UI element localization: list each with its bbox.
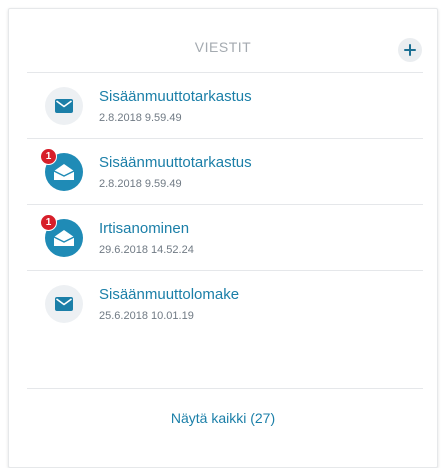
message-title: Sisäänmuuttotarkastus <box>99 88 252 105</box>
message-date: 25.6.2018 10.01.19 <box>99 310 194 322</box>
message-date: 2.8.2018 9.59.49 <box>99 178 182 190</box>
message-avatar <box>45 285 83 323</box>
show-all-link[interactable]: Näytä kaikki (27) <box>9 410 437 426</box>
message-item[interactable]: 1 Irtisanominen 29.6.2018 14.52.24 <box>27 206 423 270</box>
message-title: Sisäänmuuttolomake <box>99 286 240 303</box>
message-avatar <box>45 87 83 125</box>
divider <box>27 270 423 271</box>
envelope-open-icon <box>53 164 75 180</box>
message-date: 2.8.2018 9.59.49 <box>99 112 182 124</box>
envelope-open-icon <box>53 230 75 246</box>
message-item[interactable]: Sisäänmuuttolomake 25.6.2018 10.01.19 <box>27 272 423 336</box>
unread-badge: 1 <box>40 148 57 165</box>
divider <box>27 72 423 73</box>
messages-card: VIESTIT Sisäänmuuttotarkastus 2.8.2018 9… <box>8 8 438 468</box>
divider <box>27 138 423 139</box>
add-message-button[interactable] <box>398 38 422 62</box>
message-title: Irtisanominen <box>99 220 190 237</box>
message-date: 29.6.2018 14.52.24 <box>99 244 194 256</box>
unread-badge: 1 <box>40 214 57 231</box>
message-title: Sisäänmuuttotarkastus <box>99 154 252 171</box>
message-item[interactable]: 1 Sisäänmuuttotarkastus 2.8.2018 9.59.49 <box>27 140 423 204</box>
plus-icon <box>404 44 416 56</box>
envelope-closed-icon <box>55 297 73 311</box>
divider <box>27 388 423 389</box>
envelope-closed-icon <box>55 99 73 113</box>
card-header: VIESTIT <box>9 9 437 73</box>
card-title: VIESTIT <box>194 39 252 55</box>
message-item[interactable]: Sisäänmuuttotarkastus 2.8.2018 9.59.49 <box>27 74 423 138</box>
divider <box>27 204 423 205</box>
